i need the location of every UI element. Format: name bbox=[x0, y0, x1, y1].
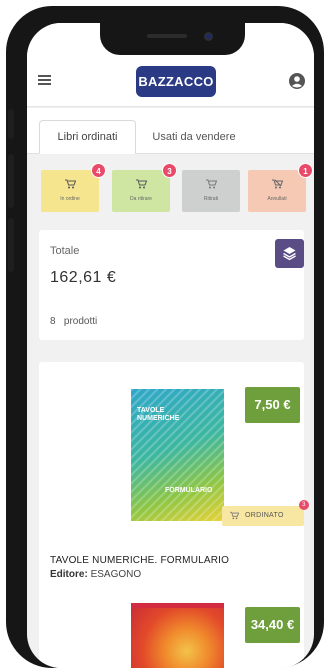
menu-icon[interactable] bbox=[38, 75, 51, 86]
status-count-badge: 3 bbox=[162, 163, 177, 178]
summary-card: Totale 162,61 € 8 prodotti bbox=[39, 230, 304, 340]
product-count-label: prodotti bbox=[63, 316, 98, 327]
editor-label: Editore: bbox=[50, 569, 88, 580]
cart-icon bbox=[64, 179, 76, 189]
cart-icon bbox=[271, 179, 283, 189]
status-card-ritirati[interactable]: Ritirati bbox=[182, 170, 240, 212]
volume-up-button bbox=[8, 154, 14, 208]
speaker-grille bbox=[147, 34, 187, 38]
book-cover[interactable]: TAVOLE NUMERICHE FORMULARIO bbox=[131, 389, 224, 521]
product-count: 8 prodotti bbox=[50, 316, 97, 327]
status-count-badge: 4 bbox=[91, 163, 106, 178]
price-tag: 7,50 € bbox=[245, 387, 300, 423]
phone-notch bbox=[100, 23, 245, 55]
price-tag: 34,40 € bbox=[245, 607, 300, 643]
status-label: Ritirati bbox=[203, 196, 219, 202]
layers-icon bbox=[283, 247, 296, 261]
status-label: Annullati bbox=[267, 196, 287, 202]
product-card[interactable]: TAVOLE NUMERICHE FORMULARIO 7,50 € ORDIN… bbox=[39, 362, 309, 602]
status-count-badge: 3 bbox=[299, 500, 309, 510]
cart-icon bbox=[135, 179, 147, 189]
status-label: Da ritirare bbox=[130, 196, 152, 202]
tab-usati-da-vendere[interactable]: Usati da vendere bbox=[139, 120, 249, 154]
brand-logo[interactable]: BAZZACCO bbox=[136, 66, 216, 97]
phone-screen: BAZZACCO Libri ordinati Usati da vendere… bbox=[27, 23, 314, 668]
layers-button[interactable] bbox=[275, 239, 304, 268]
status-card-da-ritirare[interactable]: Da ritirare 3 bbox=[112, 163, 177, 212]
product-title: TAVOLE NUMERICHE. FORMULARIO bbox=[50, 555, 230, 566]
cart-icon bbox=[205, 179, 217, 189]
order-status-label: ORDINATO bbox=[245, 512, 284, 519]
mute-switch bbox=[8, 109, 14, 139]
phone-frame: BAZZACCO Libri ordinati Usati da vendere… bbox=[6, 6, 324, 668]
front-camera bbox=[204, 32, 213, 41]
total-value: 162,61 € bbox=[50, 269, 117, 286]
status-card-in-ordine[interactable]: In ordine 4 bbox=[41, 163, 106, 212]
volume-down-button bbox=[8, 218, 14, 272]
status-card-annullati[interactable]: Annullati 1 bbox=[248, 163, 313, 212]
order-status-pill: ORDINATO 3 bbox=[222, 500, 309, 526]
cart-icon bbox=[230, 511, 239, 520]
book-cover[interactable] bbox=[131, 603, 224, 668]
product-editor: Editore: ESAGONO bbox=[50, 569, 141, 580]
editor-value: ESAGONO bbox=[90, 569, 142, 580]
total-label: Totale bbox=[50, 245, 80, 257]
status-count-badge: 1 bbox=[298, 163, 313, 178]
tab-libri-ordinati[interactable]: Libri ordinati bbox=[39, 120, 136, 154]
tab-bar: Libri ordinati Usati da vendere bbox=[27, 108, 314, 154]
status-label: In ordine bbox=[60, 196, 80, 202]
cover-title: TAVOLE NUMERICHE bbox=[137, 407, 180, 422]
status-filter-row: In ordine 4 Da ritirare 3 Ritirati Annul… bbox=[27, 154, 314, 234]
product-card[interactable]: 34,40 € bbox=[39, 590, 304, 668]
product-count-number: 8 bbox=[50, 316, 56, 327]
user-icon[interactable] bbox=[289, 73, 305, 89]
cover-subtitle: FORMULARIO bbox=[165, 487, 213, 494]
